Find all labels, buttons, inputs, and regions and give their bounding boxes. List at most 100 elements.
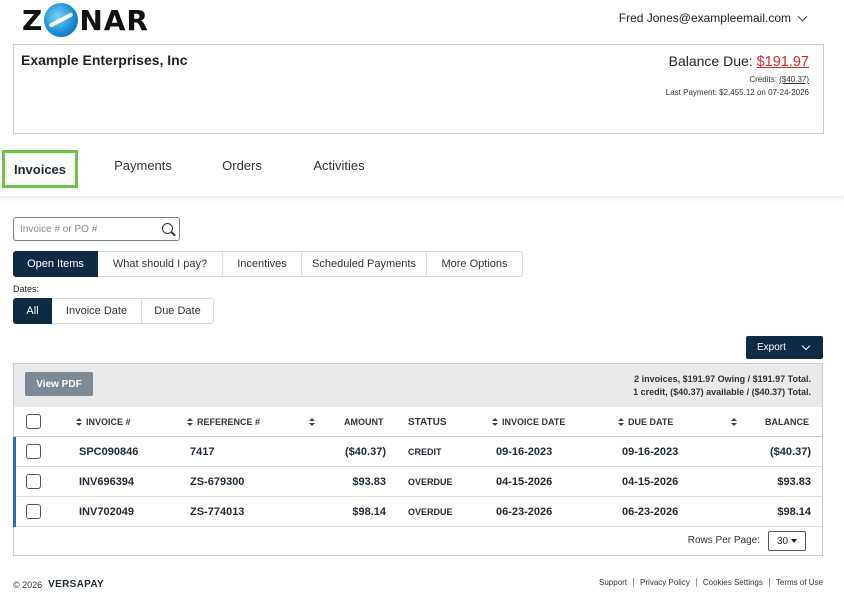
header-amount[interactable]: AMOUNT <box>344 407 384 437</box>
sort-icon <box>186 417 193 427</box>
view-pdf-button[interactable]: View PDF <box>25 372 93 396</box>
header-invoice[interactable]: INVOICE # <box>75 407 131 437</box>
cell-invoice-number[interactable]: INV702049 <box>79 497 134 527</box>
footer-link-privacy-policy[interactable]: Privacy Policy <box>634 578 697 587</box>
header-reference[interactable]: REFERENCE # <box>186 407 260 437</box>
dates-label: Dates: <box>13 284 40 294</box>
versapay-logo: VERSAPAY <box>48 579 104 590</box>
balance-label: Balance Due: <box>668 53 753 69</box>
row-checkbox[interactable] <box>26 474 41 489</box>
cell-amount: $93.83 <box>352 476 386 488</box>
row-checkbox[interactable] <box>26 504 41 519</box>
cell-invoice-date: 06-23-2026 <box>496 506 553 518</box>
table-toolbar: View PDF 2 invoices, $191.97 Owing / $19… <box>14 364 822 407</box>
header-balance[interactable]: BALANCE <box>765 407 809 437</box>
copyright-text: © 2026 <box>13 579 43 590</box>
cell-balance: ($40.37) <box>770 446 811 458</box>
sort-icon <box>491 417 498 427</box>
logo-text-right: NAR <box>79 3 149 37</box>
sort-icon <box>617 417 624 427</box>
cell-status: OVERDUE <box>408 477 453 487</box>
chevron-down-icon <box>797 11 808 21</box>
account-name: Example Enterprises, Inc <box>21 52 188 68</box>
chevron-down-icon <box>801 341 811 351</box>
user-menu[interactable]: Fred Jones@exampleemail.com <box>618 11 808 25</box>
search-input[interactable] <box>20 223 150 235</box>
filter-incentives[interactable]: Incentives <box>223 251 302 277</box>
last-payment: Last Payment: $2,455.12 on 07-24-2026 <box>665 88 809 97</box>
select-all-checkbox[interactable] <box>26 414 41 429</box>
view-filter-group: Open Items What should I pay? Incentives… <box>13 251 523 277</box>
cell-invoice-number[interactable]: INV696394 <box>79 467 134 497</box>
caret-down-icon <box>791 539 798 543</box>
tab-invoices[interactable]: Invoices <box>2 150 78 188</box>
cell-amount: ($40.37) <box>345 446 386 458</box>
pagination-bar: Rows Per Page: 30 <box>14 528 822 556</box>
filter-what-should-i-pay[interactable]: What should I pay? <box>98 251 223 277</box>
summary-credits: 1 credit, ($40.37) available / ($40.37) … <box>633 387 811 397</box>
cell-due-date: 09-16-2023 <box>622 446 679 458</box>
cell-due-date: 04-15-2026 <box>622 476 679 488</box>
filter-more-options[interactable]: More Options <box>427 251 523 277</box>
zonar-logo: Z NAR <box>22 3 149 37</box>
table-row[interactable]: INV696394 ZS-679300 $93.83 OVERDUE 04-15… <box>13 467 822 497</box>
cell-amount: $98.14 <box>352 506 386 518</box>
sort-icon <box>308 417 315 427</box>
balance-amount-link[interactable]: $191.97 <box>757 54 809 70</box>
date-filter-invoice-date[interactable]: Invoice Date <box>52 298 142 324</box>
logo-text-left: Z <box>22 3 44 37</box>
credits-amount-link[interactable]: ($40.37) <box>779 75 809 84</box>
header-invoice-date[interactable]: INVOICE DATE <box>491 407 565 437</box>
export-button[interactable]: Export <box>746 336 823 359</box>
footer-link-support[interactable]: Support <box>593 578 635 587</box>
rows-per-page-value: 30 <box>776 535 789 547</box>
table-row[interactable]: INV702049 ZS-774013 $98.14 OVERDUE 06-23… <box>13 497 822 527</box>
cell-status: CREDIT <box>408 447 442 457</box>
cell-invoice-number[interactable]: SPC090846 <box>79 437 138 467</box>
rows-per-page-label: Rows Per Page: <box>687 535 760 546</box>
credits: Credits: ($40.37) <box>749 75 809 84</box>
date-filter-all[interactable]: All <box>13 298 52 324</box>
invoice-table: View PDF 2 invoices, $191.97 Owing / $19… <box>13 363 823 556</box>
table-summary: 2 invoices, $191.97 Owing / $191.97 Tota… <box>633 373 811 399</box>
sort-icon <box>730 417 737 427</box>
sort-icon <box>75 417 82 427</box>
search-icon[interactable] <box>162 223 173 234</box>
footer-copyright: © 2026 VERSAPAY <box>13 579 104 590</box>
cell-reference: ZS-679300 <box>190 476 245 488</box>
logo-globe-icon <box>44 3 79 37</box>
tab-activities[interactable]: Activities <box>302 146 376 184</box>
header-amount-sort[interactable] <box>308 407 319 437</box>
header-status: STATUS <box>408 416 447 428</box>
header-balance-sort[interactable] <box>730 407 741 437</box>
table-row[interactable]: SPC090846 7417 ($40.37) CREDIT 09-16-202… <box>13 437 822 467</box>
footer-link-cookies-settings[interactable]: Cookies Settings <box>697 578 770 587</box>
row-checkbox[interactable] <box>26 444 41 459</box>
cell-status: OVERDUE <box>408 507 453 517</box>
rows-per-page-select[interactable]: 30 <box>768 531 806 551</box>
date-filter-group: All Invoice Date Due Date <box>13 298 214 324</box>
footer-links: Support Privacy Policy Cookies Settings … <box>593 578 823 587</box>
cell-balance: $93.83 <box>777 476 811 488</box>
main-tabs: Invoices Payments Orders Activities <box>0 146 844 196</box>
cell-balance: $98.14 <box>777 506 811 518</box>
footer-link-terms-of-use[interactable]: Terms of Use <box>770 578 823 587</box>
tab-orders[interactable]: Orders <box>212 146 272 184</box>
date-filter-due-date[interactable]: Due Date <box>142 298 214 324</box>
tab-payments[interactable]: Payments <box>104 146 182 184</box>
cell-due-date: 06-23-2026 <box>622 506 679 518</box>
search-box <box>13 217 180 241</box>
cell-invoice-date: 04-15-2026 <box>496 476 553 488</box>
filter-scheduled-payments[interactable]: Scheduled Payments <box>302 251 427 277</box>
cell-invoice-date: 09-16-2023 <box>496 446 553 458</box>
filter-open-items[interactable]: Open Items <box>13 251 98 277</box>
export-label: Export <box>757 342 786 353</box>
credits-label: Credits: <box>749 75 777 84</box>
table-header: INVOICE # REFERENCE # AMOUNT STATUS INVO… <box>14 407 822 437</box>
summary-invoices: 2 invoices, $191.97 Owing / $191.97 Tota… <box>634 374 811 384</box>
user-email: Fred Jones@exampleemail.com <box>618 11 791 25</box>
account-summary: Example Enterprises, Inc Balance Due: $1… <box>13 44 824 134</box>
balance-due: Balance Due: $191.97 <box>669 53 809 70</box>
cell-reference: ZS-774013 <box>190 506 245 518</box>
header-due-date[interactable]: DUE DATE <box>617 407 673 437</box>
